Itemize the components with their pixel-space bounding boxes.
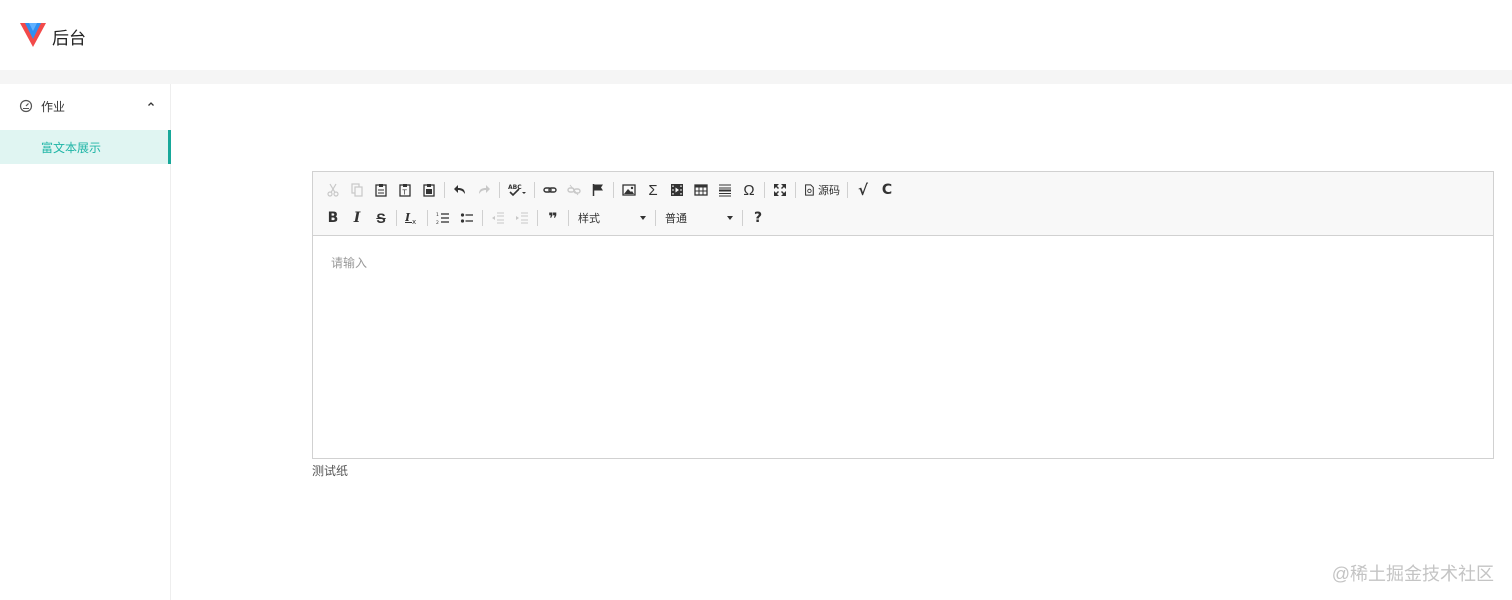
outdent-icon[interactable] [486, 207, 510, 229]
top-header: 后台 [0, 0, 1512, 70]
unlink-icon[interactable] [562, 179, 586, 201]
horizontal-rule-icon[interactable] [713, 179, 737, 201]
brand-title: 后台 [52, 29, 86, 48]
header-divider-band [0, 70, 1512, 84]
toolbar-separator [742, 210, 743, 226]
strikethrough-button[interactable]: S [369, 207, 393, 229]
c-plugin-icon[interactable]: C [875, 179, 899, 201]
toolbar-separator [764, 182, 765, 198]
toolbar-separator [613, 182, 614, 198]
sidebar-group-label: 作业 [41, 99, 66, 114]
sidebar: 作业 富文本展示 [0, 84, 171, 600]
maximize-icon[interactable] [768, 179, 792, 201]
sidebar-group-homework[interactable]: 作业 [0, 84, 170, 128]
sidebar-item-label: 富文本展示 [41, 140, 102, 155]
editor-toolbar: T ABC Σ Ω 源码 √ C B I S I x 1 2 ❞ 样式 普通 ? [313, 172, 1493, 236]
source-label: 源码 [818, 185, 840, 197]
blockquote-icon[interactable]: ❞ [541, 207, 565, 229]
format-dropdown[interactable]: 普通 [659, 207, 739, 229]
paste-text-icon[interactable]: T [393, 179, 417, 201]
sidebar-item-rich-text[interactable]: 富文本展示 [0, 130, 171, 164]
format-dropdown-value: 普通 [665, 213, 687, 225]
numbered-list-icon[interactable]: 12 [431, 207, 455, 229]
bulleted-list-icon[interactable] [455, 207, 479, 229]
toolbar-separator [655, 210, 656, 226]
toolbar-separator [444, 182, 445, 198]
toolbar-separator [847, 182, 848, 198]
anchor-flag-icon[interactable] [586, 179, 610, 201]
bold-button[interactable]: B [321, 207, 345, 229]
dashboard-icon [19, 99, 33, 113]
math-icon[interactable]: √ [851, 179, 875, 201]
video-icon[interactable] [665, 179, 689, 201]
image-icon[interactable] [617, 179, 641, 201]
editor-content-area[interactable]: 请输入 [313, 236, 1493, 458]
paste-word-icon[interactable] [417, 179, 441, 201]
cut-icon[interactable] [321, 179, 345, 201]
svg-text:2: 2 [436, 220, 439, 225]
styles-dropdown-value: 样式 [578, 213, 600, 225]
styles-dropdown[interactable]: 样式 [572, 207, 652, 229]
toolbar-row-1: T ABC Σ Ω 源码 √ C [321, 176, 1493, 204]
dropdown-arrow-icon [640, 216, 646, 220]
toolbar-separator [537, 210, 538, 226]
sigma-icon[interactable]: Σ [641, 179, 665, 201]
link-icon[interactable] [538, 179, 562, 201]
indent-icon[interactable] [510, 207, 534, 229]
rich-text-editor: T ABC Σ Ω 源码 √ C B I S I x 1 2 ❞ 样式 普通 ?… [312, 171, 1494, 459]
watermark: @稀土掘金技术社区 [1331, 564, 1494, 584]
logo-icon [20, 23, 46, 47]
redo-icon[interactable] [472, 179, 496, 201]
spellcheck-icon[interactable]: ABC [503, 179, 531, 201]
paste-icon[interactable] [369, 179, 393, 201]
table-icon[interactable] [689, 179, 713, 201]
toolbar-row-2: B I S Ix 12 ❞ 样式 普通 ? [321, 204, 1493, 232]
toolbar-separator [534, 182, 535, 198]
svg-text:x: x [412, 218, 416, 225]
remove-format-icon[interactable]: Ix [400, 207, 424, 229]
svg-text:1: 1 [436, 212, 439, 218]
dropdown-arrow-icon [727, 216, 733, 220]
toolbar-separator [568, 210, 569, 226]
toolbar-separator [795, 182, 796, 198]
editor-placeholder: 请输入 [331, 256, 368, 270]
toolbar-separator [499, 182, 500, 198]
toolbar-separator [427, 210, 428, 226]
chevron-up-icon[interactable] [147, 100, 155, 108]
toolbar-separator [396, 210, 397, 226]
source-button[interactable]: 源码 [799, 179, 844, 201]
help-icon[interactable]: ? [746, 207, 770, 229]
italic-button[interactable]: I [345, 207, 369, 229]
toolbar-separator [482, 210, 483, 226]
svg-text:ABC: ABC [508, 184, 522, 191]
editor-caption: 测试纸 [312, 464, 349, 478]
special-char-icon[interactable]: Ω [737, 179, 761, 201]
undo-icon[interactable] [448, 179, 472, 201]
source-icon [805, 184, 814, 196]
svg-text:T: T [402, 189, 408, 197]
copy-icon[interactable] [345, 179, 369, 201]
